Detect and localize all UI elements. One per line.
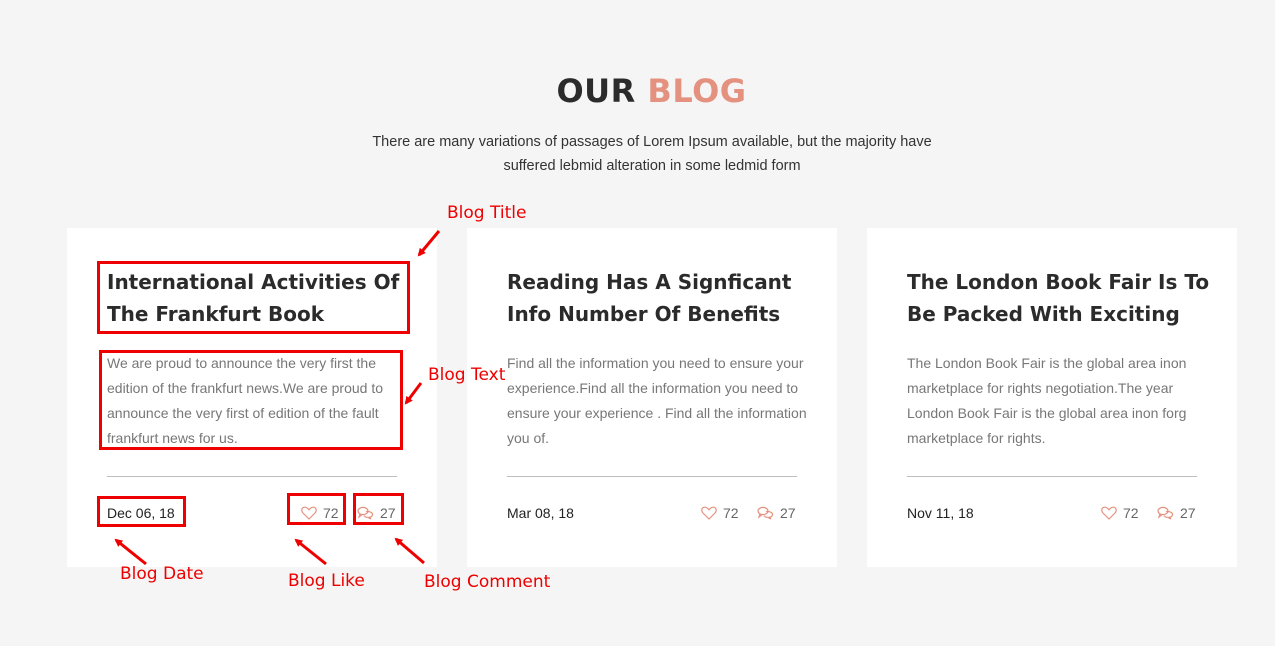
- heading-word-our: OUR: [556, 72, 636, 110]
- comment-bubbles-icon: [757, 506, 774, 520]
- annotation-label-like: Blog Like: [288, 571, 365, 591]
- subtitle-line-2: suffered lebmid alteration in some ledmi…: [503, 158, 801, 174]
- like-count: 72: [723, 505, 739, 521]
- card-divider: [507, 476, 797, 477]
- blog-card: International Activities Of The Frankfur…: [67, 228, 437, 567]
- comment-count: 27: [780, 505, 796, 521]
- blog-date: Mar 08, 18: [507, 505, 574, 521]
- blog-text: The London Book Fair is the global area …: [907, 355, 1187, 446]
- card-divider: [107, 476, 397, 477]
- annotation-label-date: Blog Date: [120, 564, 204, 584]
- blog-date: Nov 11, 18: [907, 505, 974, 521]
- comment-button[interactable]: 27: [757, 502, 796, 524]
- subtitle-line-1: There are many variations of passages of…: [372, 134, 932, 150]
- section-heading: OUR BLOG: [0, 72, 1275, 110]
- comment-bubbles-icon: [1157, 506, 1174, 520]
- like-button[interactable]: 72: [301, 502, 339, 524]
- blog-card: Reading Has A Signficant Info Number Of …: [467, 228, 837, 567]
- comment-button[interactable]: 27: [357, 502, 396, 524]
- heading-word-blog: BLOG: [647, 72, 747, 110]
- blog-text: Find all the information you need to ens…: [507, 355, 807, 446]
- annotation-label-text: Blog Text: [428, 365, 506, 385]
- heart-icon: [1101, 506, 1117, 520]
- blog-title[interactable]: The London Book Fair Is To Be Packed Wit…: [907, 266, 1217, 330]
- blog-card: The London Book Fair Is To Be Packed Wit…: [867, 228, 1237, 567]
- comment-button[interactable]: 27: [1157, 502, 1196, 524]
- like-count: 72: [323, 505, 339, 521]
- blog-date: Dec 06, 18: [107, 505, 175, 521]
- comment-bubbles-icon: [357, 506, 374, 520]
- heart-icon: [701, 506, 717, 520]
- annotation-label-title: Blog Title: [447, 203, 527, 223]
- like-button[interactable]: 72: [1101, 502, 1139, 524]
- blog-title[interactable]: International Activities Of The Frankfur…: [107, 266, 417, 330]
- annotation-label-comment: Blog Comment: [424, 572, 551, 592]
- heart-icon: [301, 506, 317, 520]
- blog-text: We are proud to announce the very first …: [107, 355, 384, 446]
- like-button[interactable]: 72: [701, 502, 739, 524]
- blog-title[interactable]: Reading Has A Signficant Info Number Of …: [507, 266, 817, 330]
- comment-count: 27: [1180, 505, 1196, 521]
- comment-count: 27: [380, 505, 396, 521]
- section-subtitle: There are many variations of passages of…: [337, 130, 967, 178]
- card-divider: [907, 476, 1197, 477]
- like-count: 72: [1123, 505, 1139, 521]
